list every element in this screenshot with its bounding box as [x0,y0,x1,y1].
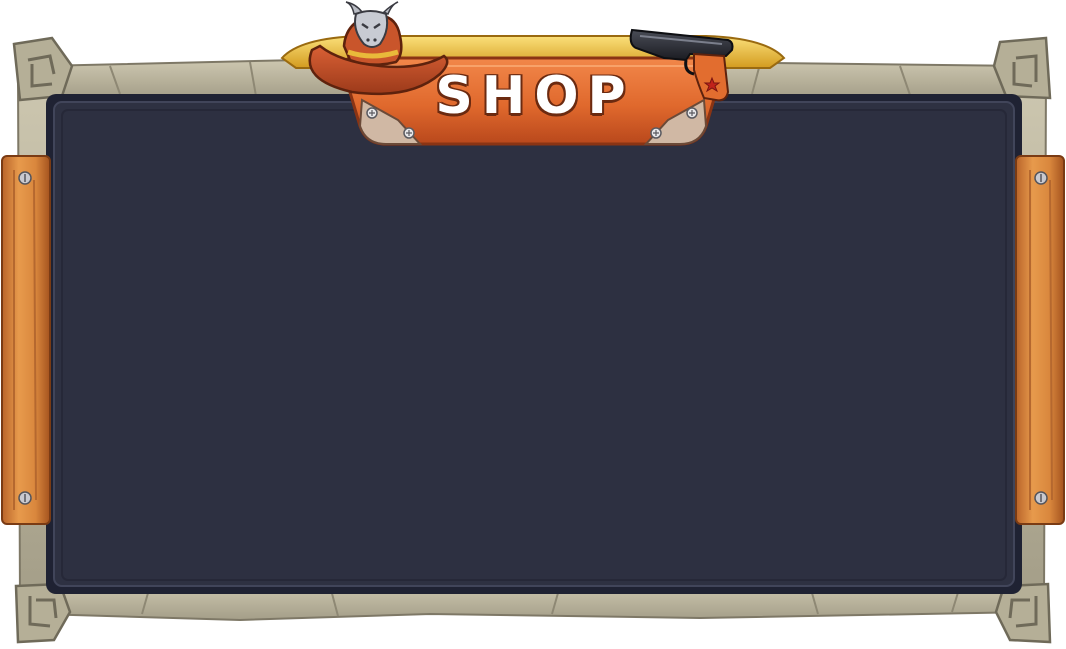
bolt-icon [18,491,32,505]
wood-plank-left [1,155,51,525]
corner-top-left [12,36,74,102]
bolt-icon [1034,491,1048,505]
shop-window: SHOP [0,0,1066,649]
bolt-icon [1034,171,1048,185]
shop-content-area [62,112,1004,580]
bolt-icon [18,171,32,185]
corner-top-right [992,36,1052,100]
wood-plank-right [1015,155,1065,525]
